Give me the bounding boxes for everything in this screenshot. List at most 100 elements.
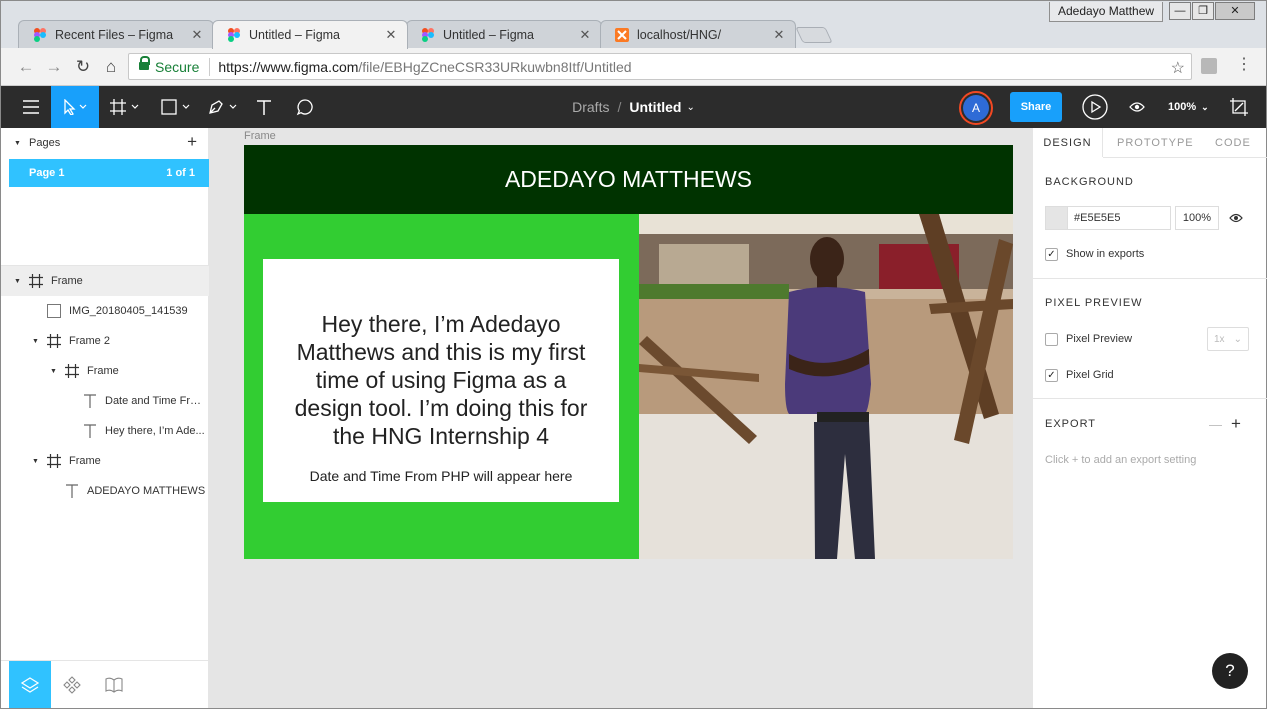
show-in-exports-checkbox[interactable]: ✓ Show in exports [1045,246,1144,262]
checkmark-icon[interactable]: ✓ [1045,247,1058,261]
intro-card[interactable]: Hey there, I’m Adedayo Matthews and this… [263,259,619,502]
text-tool-icon[interactable] [251,86,277,128]
layer-name: Frame [87,365,119,377]
layer-row[interactable]: Hey there, I’m Ade... [1,416,209,446]
tab-title: Untitled – Figma [443,28,535,42]
pixel-preview-checkbox[interactable]: Pixel Preview [1045,331,1132,347]
components-icon[interactable] [51,661,93,708]
canvas[interactable]: Frame ADEDAYO MATTHEWS Hey there, I’m Ad… [209,128,1032,708]
layer-name: IMG_20180405_141539 [69,305,188,317]
date-text[interactable]: Date and Time From PHP will appear here [263,468,619,484]
forward-icon[interactable]: → [45,58,63,76]
layer-name: Frame [69,455,101,467]
text-icon [83,394,97,408]
page-item[interactable]: Page 1 1 of 1 [9,159,209,187]
hamburger-menu-icon[interactable] [11,86,51,128]
layer-row[interactable]: ▼ Frame 2 [1,326,209,356]
browser-tab[interactable]: Untitled – Figma ✕ [406,20,602,49]
help-button[interactable]: ? [1212,653,1248,689]
layer-row[interactable]: ▼ Frame [1,446,209,476]
shape-tool-icon[interactable] [156,86,196,128]
frame-label[interactable]: Frame [244,130,276,142]
close-icon[interactable]: ✕ [385,27,397,43]
pages-header[interactable]: ▼ Pages + [1,132,209,153]
properties-panel: DESIGN PROTOTYPE CODE BACKGROUND #E5E5E5… [1032,128,1267,708]
window-close-icon[interactable]: ✕ [1215,2,1255,20]
browser-tab[interactable]: Recent Files – Figma ✕ [18,20,214,49]
view-eye-icon[interactable] [1125,86,1149,128]
checkbox-label: Pixel Grid [1066,369,1114,381]
comment-tool-icon[interactable] [291,86,319,128]
checkbox-label: Show in exports [1066,248,1145,260]
background-color-field[interactable]: #E5E5E5 [1045,206,1171,230]
avatar[interactable]: A [959,91,993,125]
caret-down-icon[interactable]: ▼ [32,458,39,465]
add-page-icon[interactable]: + [187,132,197,152]
secure-label: Secure [155,58,200,75]
green-section[interactable]: Hey there, I’m Adedayo Matthews and this… [244,214,639,559]
layer-row[interactable]: IMG_20180405_141539 [1,296,209,326]
layer-row[interactable]: Date and Time Fro... [1,386,209,416]
address-bar[interactable]: Secure https://www.figma.com/file/EBHgZC… [128,53,1192,80]
add-export-icon[interactable]: + [1231,414,1241,434]
tab-prototype[interactable]: PROTOTYPE [1117,128,1194,157]
background-opacity[interactable]: 100% [1175,206,1219,230]
layers-icon[interactable] [9,661,51,708]
tab-code[interactable]: CODE [1215,128,1251,157]
caret-down-icon[interactable]: ▼ [14,140,21,147]
pixel-grid-checkbox[interactable]: ✓ Pixel Grid [1045,367,1114,383]
tab-title: Recent Files – Figma [55,28,174,42]
caret-down-icon[interactable]: ▼ [50,368,57,375]
back-icon[interactable]: ← [17,58,35,76]
pixel-preview-scale-select[interactable]: 1x ⌄ [1207,327,1249,351]
export-title: EXPORT [1045,418,1097,430]
caret-down-icon[interactable]: ▼ [32,338,39,345]
avatar-letter: A [963,95,989,121]
checkmark-icon[interactable]: ✓ [1045,368,1058,382]
figma-icon [228,28,240,42]
url-path: /file/EBHgZCneCSR33URkuwbn8Itf/Untitled [358,58,632,75]
remove-icon[interactable]: — [1209,417,1222,432]
new-tab-button[interactable] [795,27,833,43]
menu-dots-icon[interactable]: ⋮ [1236,56,1252,74]
extension-icon[interactable] [1201,58,1217,74]
checkbox-empty-icon[interactable] [1045,332,1058,346]
caret-down-icon[interactable]: ▼ [14,278,21,285]
reload-icon[interactable]: ↻ [74,58,92,76]
home-icon[interactable]: ⌂ [102,58,120,76]
frame-icon [47,334,61,348]
close-icon[interactable]: ✕ [773,27,785,43]
color-swatch[interactable] [1046,207,1068,229]
browser-tab-active[interactable]: Untitled – Figma ✕ [212,20,408,49]
design-frame[interactable]: ADEDAYO MATTHEWS Hey there, I’m Adedayo … [244,145,1013,559]
figma-icon [422,28,434,42]
pen-tool-icon[interactable] [203,86,243,128]
page-count: 1 of 1 [166,167,195,179]
visibility-eye-icon[interactable] [1229,212,1243,226]
zoom-dropdown[interactable]: 100% ⌄ [1168,86,1209,128]
share-button[interactable]: Share [1010,92,1062,122]
library-book-icon[interactable] [93,661,135,708]
file-title[interactable]: Untitled [629,99,681,115]
bookmark-star-icon[interactable]: ☆ [1171,58,1185,78]
tab-design[interactable]: DESIGN [1033,128,1103,157]
intro-text[interactable]: Hey there, I’m Adedayo Matthews and this… [283,310,599,450]
close-icon[interactable]: ✕ [191,27,203,43]
browser-tab[interactable]: localhost/HNG/ ✕ [600,20,796,49]
frame-tool-icon[interactable] [105,86,145,128]
close-icon[interactable]: ✕ [579,27,591,43]
move-tool-icon[interactable] [51,86,99,128]
minimize-icon[interactable]: — [1169,2,1191,20]
maximize-icon[interactable]: ❐ [1192,2,1214,20]
present-play-icon[interactable] [1080,86,1110,128]
layer-row[interactable]: ADEDAYO MATTHEWS [1,476,209,506]
layer-row[interactable]: ▼ Frame [1,356,209,386]
profile-photo[interactable] [639,214,1013,559]
chevron-down-icon[interactable]: ⌄ [686,102,694,113]
header-title[interactable]: ADEDAYO MATTHEWS [244,145,1013,214]
breadcrumb-drafts[interactable]: Drafts [572,99,609,115]
background-hex[interactable]: #E5E5E5 [1074,212,1120,224]
profile-button[interactable]: Adedayo Matthew [1049,2,1164,22]
layer-row[interactable]: ▼ Frame [1,266,209,296]
resize-frame-icon[interactable] [1227,86,1251,128]
